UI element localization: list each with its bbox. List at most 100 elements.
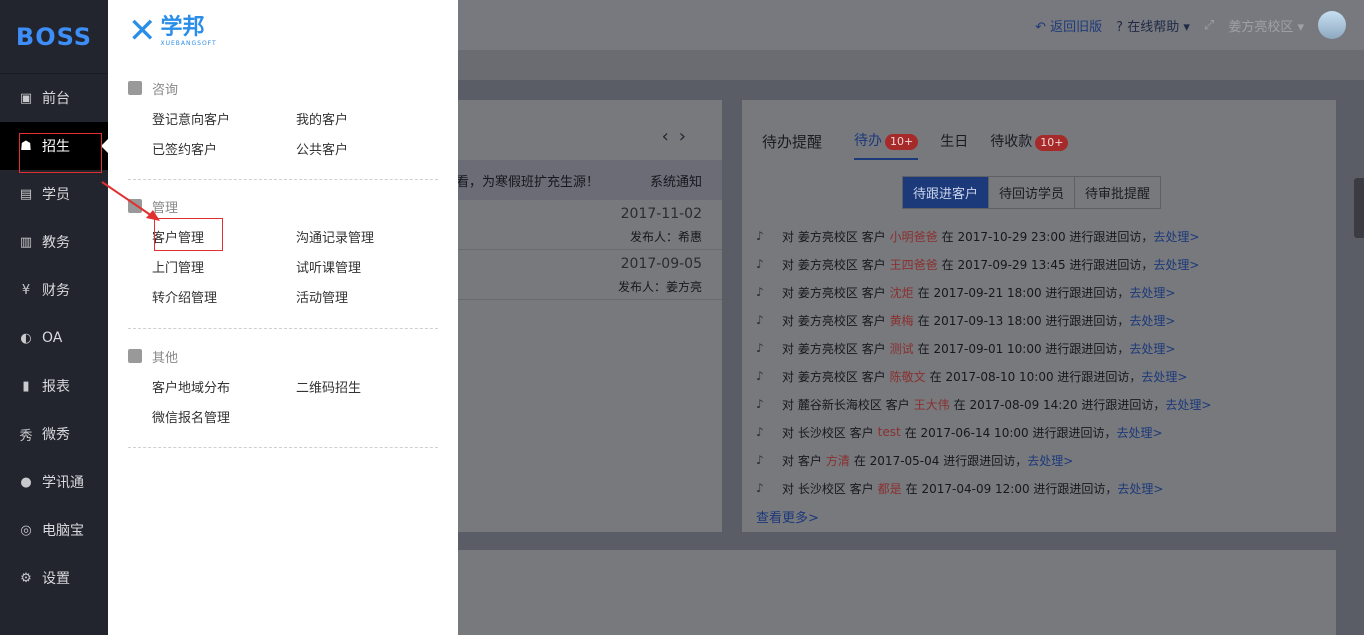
sidebar-item-reports[interactable]: ▮ 报表 (0, 362, 108, 410)
todo-item-action-link[interactable]: 去处理> (1165, 396, 1211, 413)
segment-follow-up[interactable]: 待跟进客户 (903, 177, 990, 208)
todo-item-prefix: 对 麓谷新长海校区 客户 (782, 397, 910, 412)
sidebar-item-frontdesk[interactable]: ▣ 前台 (0, 74, 108, 122)
todo-segments: 待跟进客户 待回访学员 待审批提醒 (902, 176, 1162, 209)
pager-arrows[interactable]: ‹› (662, 126, 696, 147)
todo-item-prefix: 对 客户 (782, 453, 822, 468)
todo-item-time: 在 2017-09-01 10:00 进行跟进回访， (917, 341, 1130, 356)
todo-item-customer[interactable]: test (878, 425, 901, 439)
chevron-left-icon[interactable]: ‹ (662, 126, 679, 147)
bell-icon: ♪ (756, 313, 764, 327)
menu-item-signed-customers[interactable]: 已签约客户 (152, 142, 296, 160)
menu-item-my-customers[interactable]: 我的客户 (296, 112, 440, 130)
todo-item-action-link[interactable]: 去处理> (1129, 340, 1175, 357)
book-icon: ▥ (19, 234, 33, 250)
tab-todo[interactable]: 待办 10+ (854, 130, 919, 160)
todo-item-prefix: 对 姜方亮校区 客户 (782, 285, 886, 300)
todo-item: ♪ 对 麓谷新长海校区 客户 王大伟在 2017-08-09 14:20 进行跟进回… (756, 390, 1326, 418)
bell-icon: ♪ (756, 257, 764, 271)
sidebar-item-diannaobao[interactable]: ◎ 电脑宝 (0, 506, 108, 554)
back-old-version-link[interactable]: ↶ 返回旧版 (1035, 16, 1102, 35)
coin-icon: ◎ (20, 522, 32, 538)
section-title: 咨询 (152, 82, 179, 98)
todo-item-action-link[interactable]: 去处理> (1129, 284, 1175, 301)
logo-en: XUEBANGSOFT (160, 39, 217, 47)
sidebar-item-label: 学讯通 (42, 475, 84, 491)
gear-icon: ⚙ (20, 570, 32, 586)
menu-item-region-distribution[interactable]: 客户地域分布 (152, 380, 296, 398)
view-more-link[interactable]: 查看更多> (756, 507, 819, 526)
bell-icon: ♪ (756, 425, 764, 439)
todo-item: ♪ 对 姜方亮校区 客户 陈敬文在 2017-08-10 10:00 进行跟进回访，… (756, 362, 1326, 390)
todo-item-customer[interactable]: 黄梅 (890, 312, 914, 329)
boss-logo: BOSS (0, 0, 108, 74)
divider (128, 179, 438, 180)
todo-item-customer[interactable]: 王大伟 (914, 396, 950, 413)
todo-item-customer[interactable]: 都是 (878, 480, 902, 497)
help-dropdown[interactable]: ? 在线帮助 ▾ (1116, 16, 1190, 35)
menu-item-communication-records[interactable]: 沟通记录管理 (296, 230, 440, 248)
id-card-icon: ▤ (19, 186, 33, 202)
menu-item-register-lead[interactable]: 登记意向客户 (152, 112, 296, 130)
sidebar-item-oa[interactable]: ◐ OA (0, 314, 108, 362)
segment-approval[interactable]: 待审批提醒 (1075, 177, 1160, 208)
sidebar-item-label: 学员 (42, 187, 70, 203)
menu-item-referral[interactable]: 转介绍管理 (152, 290, 296, 308)
todo-item-customer[interactable]: 沈炬 (890, 284, 914, 301)
todo-item-customer[interactable]: 陈敬文 (890, 368, 926, 385)
todo-item-time: 在 2017-06-14 10:00 进行跟进回访， (904, 425, 1117, 440)
sidebar-item-students[interactable]: ▤ 学员 (0, 170, 108, 218)
help-label: 在线帮助 (1127, 19, 1180, 35)
fullscreen-icon[interactable]: ⤢ (1204, 18, 1214, 33)
todo-item-customer[interactable]: 王四爸爸 (890, 256, 938, 273)
segment-revisit[interactable]: 待回访学员 (989, 177, 1076, 208)
divider (128, 447, 438, 448)
todo-item-customer[interactable]: 小明爸爸 (890, 228, 938, 245)
todo-item-action-link[interactable]: 去处理> (1129, 312, 1175, 329)
todo-panel: 待办提醒 待办 10+ 生日 待收款 10+ 待跟进客户 待回访学员 待审批提醒 ♪… (742, 100, 1336, 532)
menu-item-qrcode-enroll[interactable]: 二维码招生 (296, 380, 440, 398)
todo-item-action-link[interactable]: 去处理> (1153, 228, 1199, 245)
todo-item-time: 在 2017-04-09 12:00 进行跟进回访， (905, 481, 1118, 496)
todo-item-prefix: 对 姜方亮校区 客户 (782, 341, 886, 356)
bar-chart-icon: ▮ (22, 378, 30, 394)
menu-item-activities[interactable]: 活动管理 (296, 290, 440, 308)
menu-item-trial-class[interactable]: 试听课管理 (296, 260, 440, 278)
sidebar-item-finance[interactable]: ¥ 财务 (0, 266, 108, 314)
todo-item-action-link[interactable]: 去处理> (1141, 368, 1187, 385)
sidebar-item-settings[interactable]: ⚙ 设置 (0, 554, 108, 602)
campus-dropdown[interactable]: 姜方亮校区 ▾ (1228, 16, 1304, 35)
sidebar-item-label: 财务 (42, 283, 70, 299)
menu-item-visit-management[interactable]: 上门管理 (152, 260, 296, 278)
side-scroll-handle[interactable] (1354, 178, 1364, 238)
todo-item-action-link[interactable]: 去处理> (1027, 452, 1073, 469)
highlight-box-enrollment (19, 133, 102, 173)
bell-icon: ♪ (756, 285, 764, 299)
menu-item-public-customers[interactable]: 公共客户 (296, 142, 440, 160)
todo-item-time: 在 2017-10-29 23:00 进行跟进回访， (941, 229, 1154, 244)
yen-icon: ¥ (21, 282, 31, 298)
location-icon: ● (20, 474, 32, 490)
divider (128, 328, 438, 329)
sidebar-item-xuexuntong[interactable]: ● 学讯通 (0, 458, 108, 506)
todo-item-action-link[interactable]: 去处理> (1117, 480, 1163, 497)
todo-item-customer[interactable]: 测试 (890, 340, 914, 357)
todo-item-prefix: 对 长沙校区 客户 (782, 425, 874, 440)
todo-item-action-link[interactable]: 去处理> (1153, 256, 1199, 273)
tab-receivable[interactable]: 待收款 10+ (990, 131, 1069, 151)
chevron-right-icon[interactable]: › (679, 126, 696, 147)
todo-item-action-link[interactable]: 去处理> (1116, 424, 1162, 441)
tab-birthday[interactable]: 生日 (940, 131, 968, 151)
todo-item-prefix: 对 姜方亮校区 客户 (782, 229, 886, 244)
sidebar-item-weixiu[interactable]: 秀微秀 (0, 410, 108, 458)
info-icon (128, 349, 142, 363)
menu-item-wechat-signup[interactable]: 微信报名管理 (152, 410, 296, 428)
tab-label: 生日 (940, 134, 969, 150)
todo-item-time: 在 2017-08-10 10:00 进行跟进回访， (929, 369, 1142, 384)
sidebar-item-academic[interactable]: ▥ 教务 (0, 218, 108, 266)
todo-item-customer[interactable]: 方清 (826, 452, 850, 469)
sidebar-item-label: 电脑宝 (42, 523, 84, 539)
avatar[interactable] (1318, 11, 1346, 39)
todo-item: ♪ 对 姜方亮校区 客户 小明爸爸在 2017-10-29 23:00 进行跟进回访… (756, 222, 1326, 250)
question-icon: ? (1116, 19, 1124, 35)
